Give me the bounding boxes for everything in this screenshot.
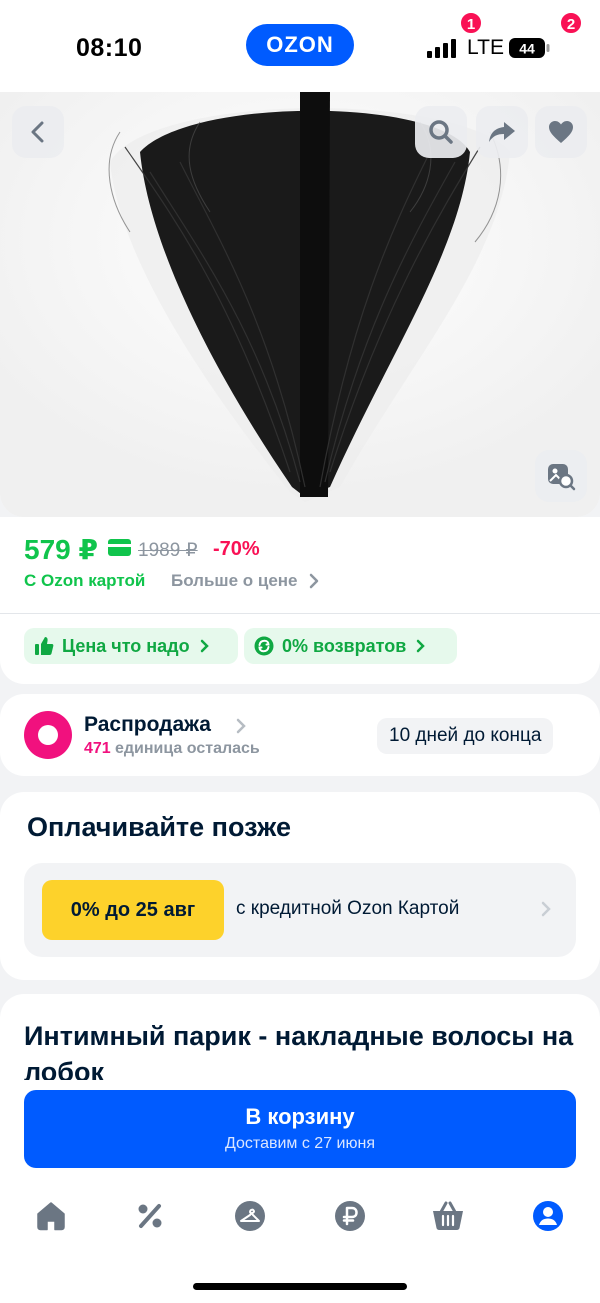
sale-stock-count: 471 — [84, 740, 111, 757]
badge-free-returns[interactable]: 0% возвратов — [244, 628, 457, 664]
pay-later-chip: 0% до 25 авг — [42, 880, 224, 940]
pay-later-card: Оплачивайте позже 0% до 25 авг с кредитн… — [0, 792, 600, 980]
price-old: 1989 ₽ — [138, 540, 198, 561]
status-bar: 08:10 OZON LTE 44 — [0, 0, 600, 92]
tab-promo[interactable] — [130, 1196, 170, 1236]
back-icon — [31, 121, 44, 143]
badge-free-returns-label: 0% возвратов — [282, 635, 407, 656]
tab-home[interactable] — [31, 1196, 71, 1236]
visual-search-button[interactable] — [535, 450, 587, 502]
sale-stock-label: единица осталась — [115, 740, 260, 757]
profile-icon — [533, 1201, 563, 1231]
return-icon — [254, 636, 274, 656]
sale-logo — [24, 711, 72, 759]
tab-cart[interactable] — [428, 1196, 468, 1236]
pay-later-offer[interactable]: 0% до 25 авг с кредитной Ozon Картой — [24, 863, 576, 957]
ozon-logo: OZON — [246, 24, 354, 66]
share-icon — [489, 122, 515, 142]
network-label: LTE — [467, 36, 504, 59]
add-to-cart-button[interactable]: В корзину Доставим с 27 июня — [24, 1090, 576, 1168]
ozon-card-label: С Ozon картой — [24, 571, 146, 590]
tab-catalog[interactable] — [230, 1196, 270, 1236]
badges-section: Цена что надо 0% возвратов — [0, 614, 600, 684]
profile-notification-badge: 2 — [559, 11, 583, 35]
home-indicator[interactable] — [193, 1283, 407, 1290]
sale-deadline-badge: 10 дней до конца — [377, 718, 554, 754]
favorite-button[interactable] — [535, 106, 587, 158]
back-button[interactable] — [12, 106, 64, 158]
heart-icon — [549, 121, 573, 143]
price-current: 579 ₽ — [24, 534, 98, 565]
discount-label: -70% — [213, 538, 260, 560]
home-icon — [37, 1202, 65, 1231]
thumbs-up-icon — [35, 637, 54, 655]
ruble-icon — [335, 1201, 365, 1231]
basket-icon — [433, 1201, 463, 1230]
delivery-date-label: Доставим с 27 июня — [225, 1135, 375, 1152]
search-icon — [429, 120, 453, 144]
chevron-right-icon — [417, 639, 426, 653]
chevron-right-icon — [309, 573, 319, 589]
percent-icon — [138, 1204, 162, 1228]
hanger-icon — [235, 1201, 265, 1231]
chevron-right-icon — [236, 718, 246, 734]
chevron-right-icon — [200, 639, 209, 653]
chevron-right-icon — [541, 901, 551, 917]
price-section[interactable]: 579 ₽ 1989 ₽ -70% С Ozon картой Больше о… — [0, 517, 600, 613]
share-button[interactable] — [476, 106, 528, 158]
signal-icon — [427, 39, 456, 58]
product-title: Интимный парик - накладные волосы на лоб… — [24, 1021, 574, 1080]
badge-good-price-label: Цена что надо — [62, 635, 190, 656]
sale-title: Распродажа — [84, 713, 211, 736]
product-gallery[interactable] — [0, 92, 600, 517]
battery-icon: 44 — [509, 38, 550, 58]
status-time: 08:10 — [76, 34, 143, 62]
price-more-link[interactable]: Больше о цене — [171, 571, 298, 591]
tab-finance[interactable] — [330, 1196, 370, 1236]
search-button[interactable] — [415, 106, 467, 158]
pay-later-title: Оплачивайте позже — [27, 812, 291, 842]
visual-search-icon — [548, 464, 576, 491]
cart-count-badge: 1 — [459, 11, 483, 35]
add-to-cart-label: В корзину — [245, 1104, 355, 1129]
pay-later-text: с кредитной Ozon Картой — [236, 898, 460, 919]
battery-level: 44 — [519, 41, 535, 57]
ozon-card-icon — [108, 539, 131, 556]
badge-good-price[interactable]: Цена что надо — [24, 628, 238, 664]
tab-profile[interactable] — [528, 1196, 568, 1236]
